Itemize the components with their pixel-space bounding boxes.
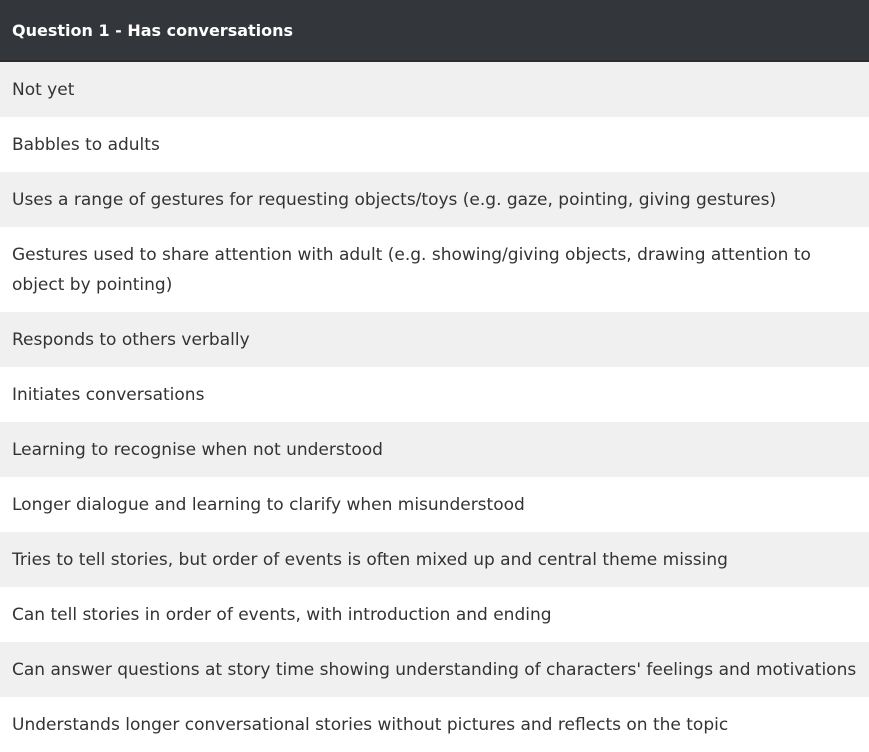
- option-responds-verbally[interactable]: Responds to others verbally: [0, 312, 869, 367]
- question-title: Question 1 - Has conversations: [12, 20, 294, 40]
- option-tell-stories-in-order[interactable]: Can tell stories in order of events, wit…: [0, 587, 869, 642]
- option-label: Can tell stories in order of events, wit…: [12, 604, 552, 625]
- option-label: Babbles to adults: [12, 134, 160, 155]
- option-label: Responds to others verbally: [12, 329, 250, 350]
- option-longer-dialogue[interactable]: Longer dialogue and learning to clarify …: [0, 477, 869, 532]
- option-label: Gestures used to share attention with ad…: [12, 244, 811, 295]
- option-label: Uses a range of gestures for requesting …: [12, 189, 777, 210]
- option-label: Not yet: [12, 79, 75, 100]
- option-babbles-to-adults[interactable]: Babbles to adults: [0, 117, 869, 172]
- option-tries-tell-stories[interactable]: Tries to tell stories, but order of even…: [0, 532, 869, 587]
- option-gestures-share-attention[interactable]: Gestures used to share attention with ad…: [0, 227, 869, 312]
- option-not-yet[interactable]: Not yet: [0, 62, 869, 117]
- option-understands-longer-stories[interactable]: Understands longer conversational storie…: [0, 697, 869, 752]
- options-list: Not yet Babbles to adults Uses a range o…: [0, 62, 869, 752]
- option-label: Understands longer conversational storie…: [12, 714, 729, 735]
- option-initiates-conversations[interactable]: Initiates conversations: [0, 367, 869, 422]
- option-recognise-not-understood[interactable]: Learning to recognise when not understoo…: [0, 422, 869, 477]
- option-answer-questions-story-time[interactable]: Can answer questions at story time showi…: [0, 642, 869, 697]
- option-label: Tries to tell stories, but order of even…: [12, 549, 728, 570]
- option-label: Learning to recognise when not understoo…: [12, 439, 383, 460]
- option-label: Longer dialogue and learning to clarify …: [12, 494, 525, 515]
- question-table: Question 1 - Has conversations Not yet B…: [0, 0, 869, 752]
- option-gestures-requesting[interactable]: Uses a range of gestures for requesting …: [0, 172, 869, 227]
- option-label: Can answer questions at story time showi…: [12, 659, 857, 680]
- question-header: Question 1 - Has conversations: [0, 0, 869, 62]
- option-label: Initiates conversations: [12, 384, 205, 405]
